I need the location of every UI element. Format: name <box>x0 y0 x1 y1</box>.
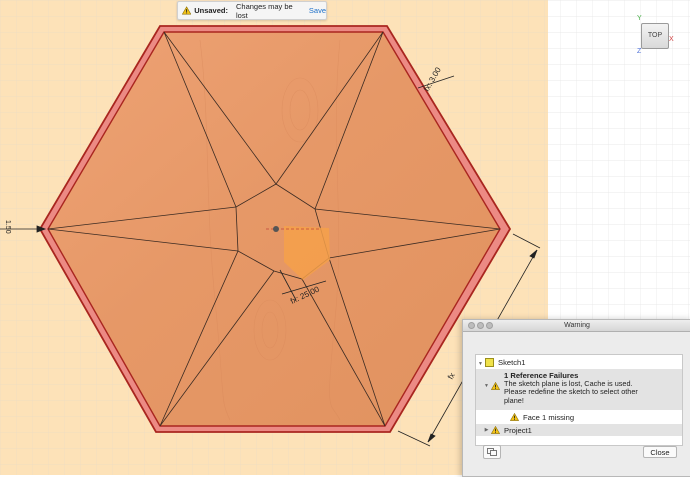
sketch-icon <box>485 358 494 367</box>
zoom-window-icon[interactable] <box>486 322 493 329</box>
close-button[interactable]: Close <box>643 446 677 458</box>
viewcube-axis-x: X <box>669 36 674 43</box>
unsaved-message: Changes may be lost <box>235 1 293 20</box>
collapse-triangle-icon[interactable]: ▼ <box>482 383 491 389</box>
tree-item-failure[interactable]: ▼ 1 Reference Failures The sketch plane … <box>476 369 682 410</box>
warning-dialog: Warning ▼ Sketch1 ▼ 1 Reference Failures… <box>462 319 690 477</box>
left-edge-dimension-label[interactable]: 1.50 <box>4 220 11 234</box>
unsaved-label: Unsaved: <box>194 6 228 15</box>
reference-failure-tree: ▼ Sketch1 ▼ 1 Reference Failures The ske… <box>475 354 683 446</box>
warning-icon <box>491 426 500 434</box>
failure-desc-line-3: plane! <box>504 395 524 405</box>
warning-icon <box>491 382 500 390</box>
tree-item-face-missing[interactable]: Face 1 missing <box>476 411 682 423</box>
minimize-window-icon[interactable] <box>477 322 484 329</box>
tree-item-project[interactable]: ▶ Project1 <box>476 424 682 436</box>
viewcube[interactable]: TOP <box>641 23 669 49</box>
warning-icon <box>510 413 519 421</box>
viewcube-axis-z: Z <box>637 48 642 55</box>
save-link[interactable]: Save <box>309 6 326 15</box>
dialog-titlebar[interactable]: Warning <box>463 320 690 332</box>
origin-point[interactable] <box>273 226 279 232</box>
project-label: Project1 <box>504 425 532 435</box>
dialog-title: Warning <box>564 322 590 329</box>
sketch-label: Sketch1 <box>498 358 526 367</box>
warning-icon <box>182 6 192 15</box>
copy-button[interactable] <box>483 445 501 459</box>
expand-triangle-icon[interactable]: ▶ <box>482 427 491 433</box>
viewcube-axis-y: Y <box>637 15 642 22</box>
unsaved-notification: Unsaved: Changes may be lost Save <box>177 1 327 20</box>
failure-desc-line-2: Please redefine the sketch to select oth… <box>504 387 638 397</box>
tree-item-sketch[interactable]: ▼ Sketch1 <box>476 357 682 368</box>
face-missing-label: Face 1 missing <box>523 412 575 422</box>
close-window-icon[interactable] <box>468 322 475 329</box>
collapse-triangle-icon[interactable]: ▼ <box>476 361 485 367</box>
copy-icon <box>487 448 497 456</box>
